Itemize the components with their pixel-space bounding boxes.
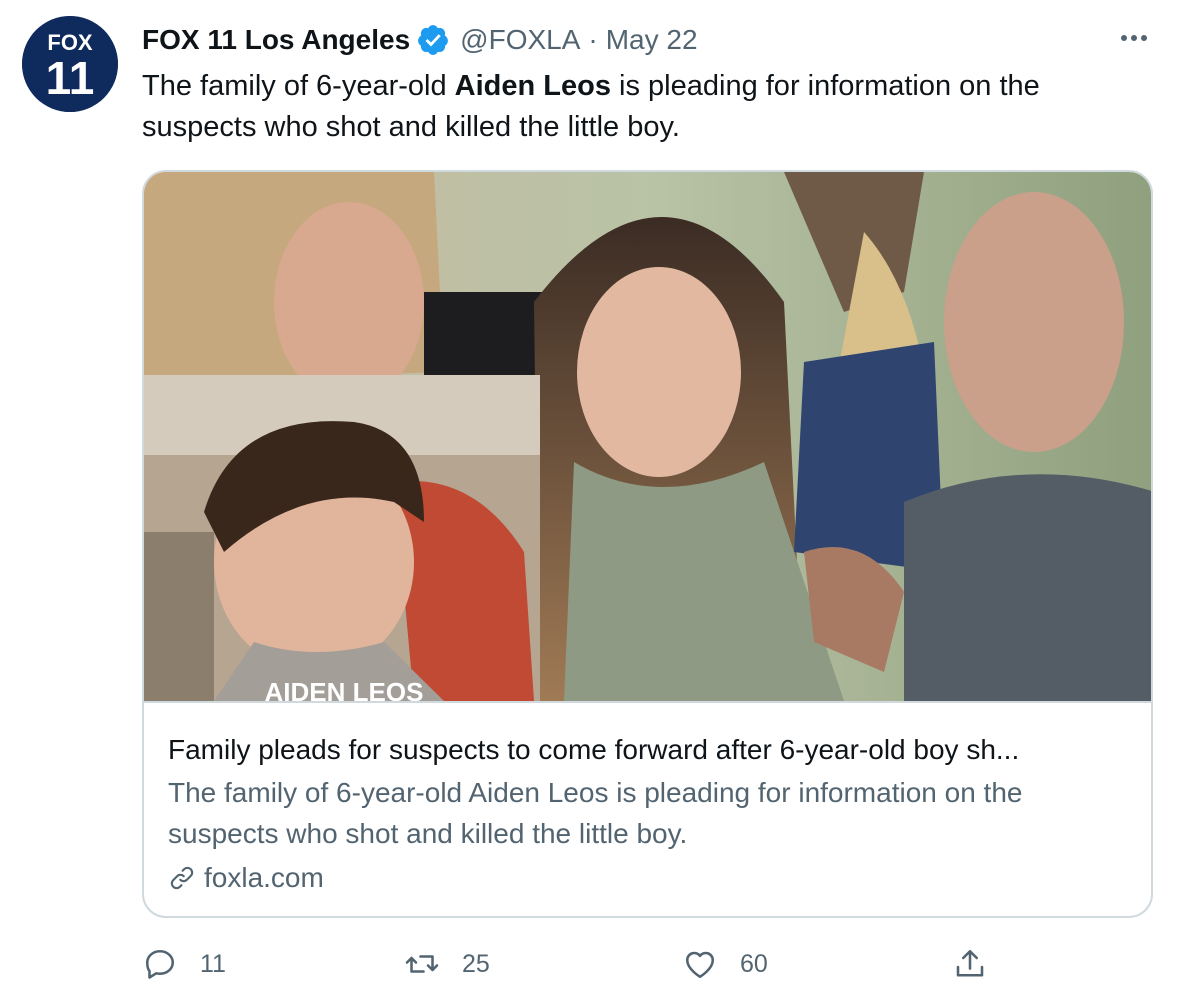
tweet-text-start: The family of 6-year-old: [142, 70, 455, 102]
reply-button[interactable]: 11: [142, 940, 226, 988]
avatar[interactable]: FOX 11: [22, 16, 118, 112]
retweet-count: 25: [462, 949, 490, 978]
card-description: The family of 6-year-old Aiden Leos is p…: [168, 777, 1023, 849]
tweet-header: FOX 11 Los Angeles @FOXLA · May 22: [142, 20, 698, 60]
card-domain[interactable]: foxla.com: [168, 858, 324, 898]
reply-icon: [145, 949, 175, 979]
share-button[interactable]: [952, 940, 988, 988]
link-card[interactable]: AIDEN LEOS Family pleads for suspects to…: [142, 170, 1153, 918]
tweet-date[interactable]: May 22: [606, 24, 698, 56]
card-domain-text: foxla.com: [204, 862, 324, 893]
card-divider: [144, 701, 1151, 703]
display-name[interactable]: FOX 11 Los Angeles: [142, 24, 410, 56]
tweet-actions: 11 25 60: [142, 940, 1042, 988]
separator-dot: ·: [588, 24, 598, 55]
link-icon: [170, 866, 194, 890]
heart-icon: [685, 951, 715, 979]
tweet-text-bold-name: Aiden Leos: [454, 70, 611, 102]
like-count: 60: [740, 949, 768, 978]
inset-caption: AIDEN LEOS: [265, 677, 424, 701]
handle[interactable]: @FOXLA: [460, 24, 580, 56]
like-button[interactable]: 60: [682, 940, 768, 988]
share-icon: [956, 949, 984, 977]
verified-badge-icon: [418, 25, 449, 55]
card-title[interactable]: Family pleads for suspects to come forwa…: [168, 730, 1128, 770]
retweet-button[interactable]: 25: [404, 940, 490, 988]
card-photo: AIDEN LEOS: [144, 172, 1151, 701]
reply-count: 11: [200, 949, 226, 978]
more-dots-icon[interactable]: [1114, 22, 1154, 54]
retweet-icon: [405, 955, 439, 973]
card-image[interactable]: AIDEN LEOS: [144, 172, 1151, 701]
fox11-logo-icon: FOX 11: [22, 16, 118, 112]
tweet-text: The family of 6-year-old Aiden Leos is p…: [142, 66, 1142, 148]
avatar-logo-line2: 11: [46, 52, 95, 104]
